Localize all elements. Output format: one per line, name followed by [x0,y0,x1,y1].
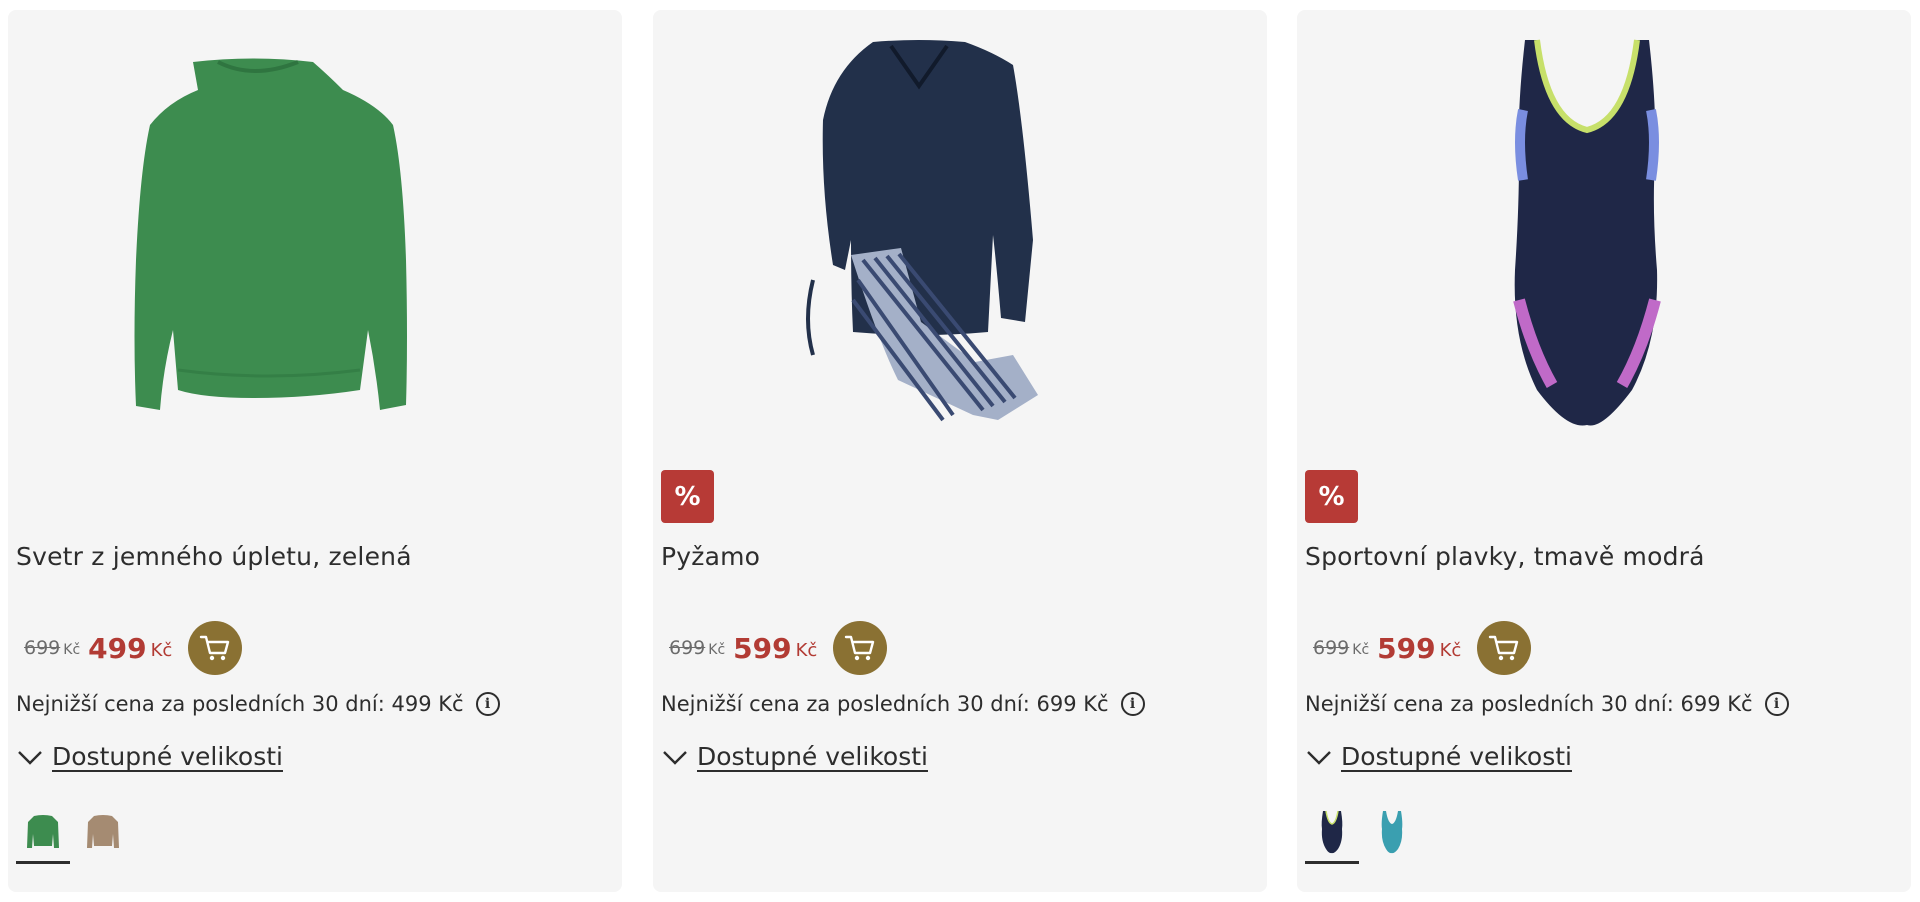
old-price-currency: Kč [63,642,81,658]
old-price: 699 [24,637,61,659]
product-grid: Svetr z jemného úpletu, zelená 699 Kč 49… [0,0,1920,902]
lowest-price-note: Nejnižší cena za posledních 30 dní: 699 … [1305,692,1789,716]
shopping-cart-icon [1489,635,1519,661]
lowest-price-note: Nejnižší cena za posledních 30 dní: 699 … [661,692,1145,716]
add-to-cart-button[interactable] [188,621,243,675]
chevron-down-icon [1307,750,1331,765]
swatch-beige[interactable] [76,800,130,864]
sale-price-currency: Kč [150,639,173,661]
sale-price-currency: Kč [795,639,818,661]
sale-price: 599 [1377,631,1436,665]
chevron-down-icon [663,750,687,765]
info-icon[interactable]: i [1120,692,1145,716]
swatch-green[interactable] [16,800,70,864]
price-row: 699 Kč 499 Kč [24,620,243,676]
sale-price: 499 [88,631,147,665]
product-card[interactable]: Svetr z jemného úpletu, zelená 699 Kč 49… [8,10,622,892]
swatch-navy[interactable] [1305,800,1359,864]
color-swatches [1305,800,1425,864]
available-sizes-toggle[interactable]: Dostupné velikosti [661,742,928,771]
product-image[interactable]: % [1297,10,1911,540]
lowest-price-note: Nejnižší cena za posledních 30 dní: 499 … [16,692,500,716]
color-swatches [16,800,136,864]
shopping-cart-icon [845,635,875,661]
product-image[interactable]: % [653,10,1267,540]
product-title[interactable]: Pyžamo [661,542,760,571]
discount-badge: % [661,470,714,523]
info-icon[interactable]: i [475,692,500,716]
old-price: 699 [669,637,706,659]
lowest-price-text: Nejnižší cena za posledních 30 dní: 699 … [661,692,1109,716]
available-sizes-toggle[interactable]: Dostupné velikosti [1305,742,1572,771]
old-price-currency: Kč [708,642,726,658]
price-row: 699 Kč 599 Kč [669,620,888,676]
product-card[interactable]: % Sportovní plavky, tmavě modrá 699 Kč 5… [1297,10,1911,892]
info-icon[interactable]: i [1764,692,1789,716]
available-sizes-link[interactable]: Dostupné velikosti [697,742,928,771]
sale-price-currency: Kč [1439,639,1462,661]
shopping-cart-icon [200,635,230,661]
available-sizes-toggle[interactable]: Dostupné velikosti [16,742,283,771]
discount-badge: % [1305,470,1358,523]
product-card[interactable]: % Pyžamo 699 Kč 599 Kč Nejnižší cena za … [653,10,1267,892]
available-sizes-link[interactable]: Dostupné velikosti [1341,742,1572,771]
old-price-currency: Kč [1352,642,1370,658]
add-to-cart-button[interactable] [1477,621,1532,675]
old-price: 699 [1313,637,1350,659]
chevron-down-icon [18,750,42,765]
product-title[interactable]: Sportovní plavky, tmavě modrá [1305,542,1705,571]
lowest-price-text: Nejnižší cena za posledních 30 dní: 499 … [16,692,464,716]
lowest-price-text: Nejnižší cena za posledních 30 dní: 699 … [1305,692,1753,716]
product-image[interactable] [8,10,622,540]
available-sizes-link[interactable]: Dostupné velikosti [52,742,283,771]
sale-price: 599 [733,631,792,665]
swatch-teal[interactable] [1365,800,1419,864]
product-title[interactable]: Svetr z jemného úpletu, zelená [16,542,412,571]
add-to-cart-button[interactable] [833,621,888,675]
price-row: 699 Kč 599 Kč [1313,620,1532,676]
